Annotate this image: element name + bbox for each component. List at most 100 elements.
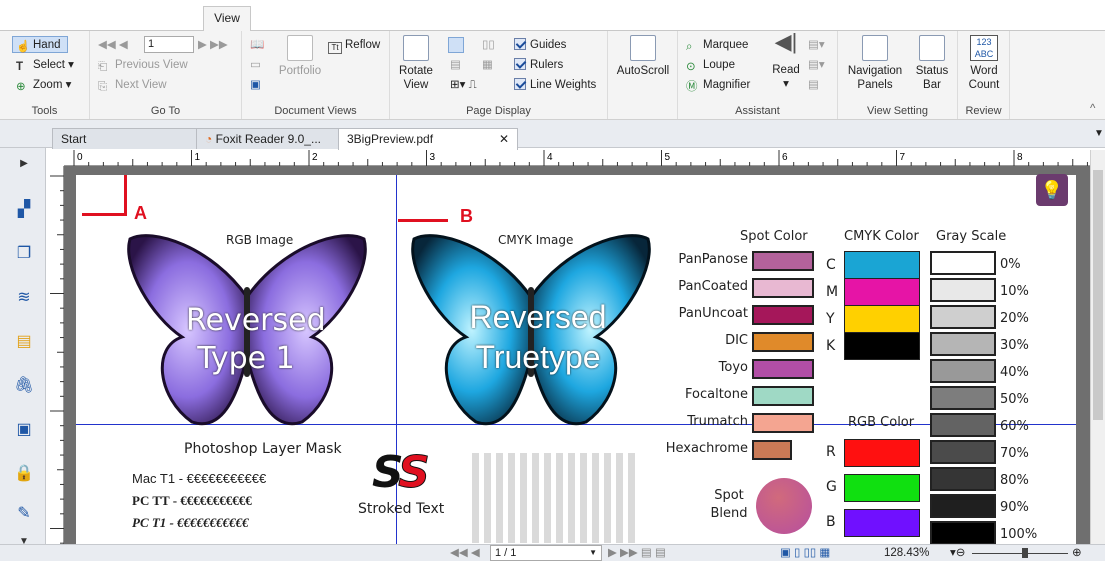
status-bar-button[interactable]: Status Bar bbox=[910, 35, 954, 92]
edit-pen-icon[interactable]: ✎ bbox=[14, 504, 34, 524]
tab-list-dropdown-icon[interactable]: ▼ bbox=[1094, 126, 1104, 142]
read-button[interactable]: ◀| Read ▾ bbox=[770, 31, 802, 91]
close-tab-icon[interactable]: ✕ bbox=[499, 129, 509, 149]
gray-percent-label: 20% bbox=[1000, 311, 1029, 326]
autoscroll-button[interactable]: AutoScroll bbox=[614, 35, 672, 78]
zoom-value[interactable]: 128.43% bbox=[884, 545, 929, 561]
tab-view[interactable]: View bbox=[203, 6, 251, 31]
portfolio-button[interactable]: Portfolio bbox=[274, 35, 326, 78]
read-opt1-icon[interactable]: ▤▾ bbox=[808, 37, 825, 53]
document-canvas[interactable]: A B RGB Image Reversed Type 1 Photoshop … bbox=[64, 166, 1090, 545]
pages-icon[interactable]: ❐ bbox=[14, 244, 34, 264]
rgb-channel-label: G bbox=[826, 479, 837, 495]
scroll-thumb[interactable] bbox=[1093, 170, 1103, 420]
signatures-icon[interactable]: ▣ bbox=[14, 420, 34, 440]
reflow-button[interactable]: Tt Reflow bbox=[328, 37, 380, 54]
first-page-icon[interactable]: ◀◀ ◀ bbox=[98, 37, 128, 53]
rotate-view-button[interactable]: Rotate View bbox=[394, 35, 438, 92]
security-lock-icon[interactable]: 🔒 bbox=[14, 464, 34, 484]
hand-tool[interactable]: ☝ Hand bbox=[16, 37, 61, 53]
marquee-button[interactable]: ⌕ Marquee bbox=[686, 37, 748, 53]
page-number-field[interactable]: 1 / 1 ▼ bbox=[490, 545, 602, 561]
lightbulb-icon[interactable]: 💡 bbox=[1036, 174, 1068, 206]
first-page-button[interactable]: ◀◀ ◀ bbox=[450, 545, 480, 561]
book-icon[interactable]: 📖 bbox=[250, 37, 264, 53]
status-bar-icon bbox=[919, 35, 945, 61]
autoscroll-label: AutoScroll bbox=[616, 65, 670, 77]
zoom-out-icon[interactable]: ▾⊖ bbox=[950, 545, 965, 561]
last-page-icon[interactable]: ▶ ▶▶ bbox=[198, 37, 228, 53]
doc-icon[interactable]: ▣ bbox=[250, 77, 261, 93]
reflow-label: Reflow bbox=[345, 39, 381, 51]
comments-icon[interactable]: ▤ bbox=[14, 332, 34, 352]
guides-label: Guides bbox=[530, 39, 567, 51]
doc-tab-3bigpreview[interactable]: 3BigPreview.pdf ✕ bbox=[338, 128, 518, 150]
spot-blend-label: Spot Blend bbox=[710, 488, 748, 521]
zoom-slider-handle[interactable] bbox=[1022, 548, 1028, 558]
foxit-icon: ◔ bbox=[205, 132, 213, 146]
ruler-number: 3 bbox=[430, 152, 436, 163]
select-tool[interactable]: T Select ▾ bbox=[16, 57, 74, 73]
marquee-label: Marquee bbox=[703, 39, 749, 51]
marquee-icon: ⌕ bbox=[686, 41, 693, 53]
spot-color-swatch bbox=[752, 359, 814, 379]
next-view-button[interactable]: ⎘ Next View bbox=[98, 77, 167, 93]
ruler-number: 2 bbox=[312, 152, 318, 163]
group-goto: ◀◀ ◀ 1 ▶ ▶▶ ⎗ Previous View ⎘ Next View Go… bbox=[90, 31, 242, 119]
magnifier-button[interactable]: Ⓜ Magnifier bbox=[686, 77, 750, 93]
doc-tab-foxit[interactable]: ◔ Foxit Reader 9.0_... bbox=[196, 128, 340, 149]
navigation-panels-label: Navigation Panels bbox=[847, 65, 903, 91]
left-ruler-ticks bbox=[50, 175, 64, 544]
read-opt2-icon[interactable]: ▤▾ bbox=[808, 57, 825, 73]
attachments-icon[interactable]: 🖇 bbox=[14, 376, 34, 396]
left-ruler[interactable] bbox=[50, 166, 64, 546]
word-count-icon: 123 ABC bbox=[970, 35, 998, 61]
word-count-button[interactable]: 123 ABC Word Count bbox=[964, 35, 1004, 92]
two-page-icon[interactable]: ▯▯ bbox=[482, 37, 495, 53]
magnifier-icon: Ⓜ bbox=[686, 81, 698, 93]
previous-view-button[interactable]: ⎗ Previous View bbox=[98, 57, 188, 73]
page-input[interactable]: 1 bbox=[144, 36, 194, 53]
layers-icon[interactable]: ≋ bbox=[14, 288, 34, 308]
continuous-icon[interactable]: ▤ bbox=[450, 57, 461, 73]
cmyk-swatch bbox=[844, 278, 920, 306]
zoom-in-icon[interactable]: ⊕ bbox=[1072, 545, 1082, 561]
rulers-checkbox[interactable]: Rulers bbox=[514, 57, 563, 73]
next-page-buttons[interactable]: ▶ ▶▶ ▤ ▤ bbox=[608, 545, 666, 561]
group-label-assistant: Assistant bbox=[735, 105, 780, 117]
doc-tab-start-label: Start bbox=[61, 132, 87, 146]
cmyk-swatch bbox=[844, 305, 920, 333]
single-page-icon[interactable] bbox=[448, 37, 464, 53]
mark-b-line bbox=[398, 219, 448, 222]
page-icon[interactable]: ▭ bbox=[250, 57, 261, 73]
zoom-tool[interactable]: ⊕ Zoom ▾ bbox=[16, 77, 71, 93]
spot-color-name: Focaltone bbox=[685, 387, 748, 402]
navigation-panels-button[interactable]: Navigation Panels bbox=[842, 35, 908, 92]
guides-checkbox[interactable]: Guides bbox=[514, 37, 566, 53]
line-weights-checkbox[interactable]: Line Weights bbox=[514, 77, 596, 93]
bookmark-icon[interactable]: ▞ bbox=[14, 200, 34, 220]
page-layout-icon[interactable]: ⊞▾ ⎍ bbox=[450, 77, 477, 93]
read-opt3-icon[interactable]: ▤ bbox=[808, 77, 819, 93]
status-bar: ◀◀ ◀ 1 / 1 ▼ ▶ ▶▶ ▤ ▤ ▣ ▯ ▯▯ ▦ 128.43% ▾⊖… bbox=[0, 544, 1105, 561]
type1-text: Type 1 bbox=[197, 341, 295, 376]
spot-color-header: Spot Color bbox=[740, 229, 808, 244]
two-continuous-icon[interactable]: ▦ bbox=[482, 57, 493, 73]
page-layout-buttons[interactable]: ▣ ▯ ▯▯ ▦ bbox=[780, 545, 830, 561]
line-weights-check-icon bbox=[514, 78, 526, 90]
gray-swatch bbox=[930, 305, 996, 329]
gray-percent-label: 50% bbox=[1000, 392, 1029, 407]
loupe-button[interactable]: ⊙ Loupe bbox=[686, 57, 735, 73]
next-view-label: Next View bbox=[115, 79, 167, 91]
expand-panel-icon[interactable]: ▶ bbox=[14, 154, 34, 174]
cmyk-color-header: CMYK Color bbox=[844, 229, 919, 244]
collapse-ribbon-icon[interactable]: ^ bbox=[1090, 101, 1095, 117]
portfolio-label: Portfolio bbox=[278, 65, 322, 77]
zoom-slider[interactable] bbox=[972, 553, 1068, 554]
spot-color-name: Hexachrome bbox=[665, 441, 748, 456]
reversed-type1-text: Reversed bbox=[186, 303, 326, 338]
doc-tab-start[interactable]: Start bbox=[52, 128, 200, 149]
top-ruler[interactable]: 0 1 2 3 4 5 6 7 8 bbox=[64, 150, 1090, 166]
vertical-scrollbar[interactable] bbox=[1090, 150, 1105, 544]
rgb-swatch bbox=[844, 439, 920, 467]
